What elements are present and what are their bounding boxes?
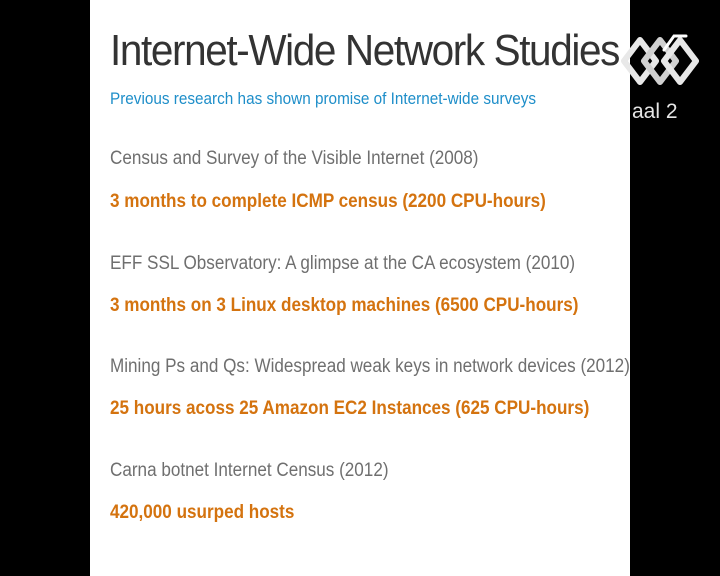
study-title-2: EFF SSL Observatory: A glimpse at the CA…	[110, 253, 576, 274]
study-detail-2: 3 months on 3 Linux desktop machines (65…	[110, 295, 579, 316]
study-title-4: Carna botnet Internet Census (2012)	[110, 460, 389, 481]
slide-title: Internet-Wide Network Studies	[110, 26, 620, 75]
study-detail-4: 420,000 usurped hosts	[110, 502, 295, 523]
study-title-1: Census and Survey of the Visible Interne…	[110, 148, 479, 169]
study-detail-1: 3 months to complete ICMP census (2200 C…	[110, 191, 546, 212]
study-detail-3: 25 hours acoss 25 Amazon EC2 Instances (…	[110, 398, 590, 419]
slide-subtitle: Previous research has shown promise of I…	[110, 89, 537, 108]
channel-label: aal 2	[632, 100, 678, 123]
study-title-3: Mining Ps and Qs: Widespread weak keys i…	[110, 356, 630, 377]
presentation-slide: Internet-Wide Network Studies Previous r…	[90, 0, 630, 576]
channel-logo-icon	[621, 34, 699, 85]
